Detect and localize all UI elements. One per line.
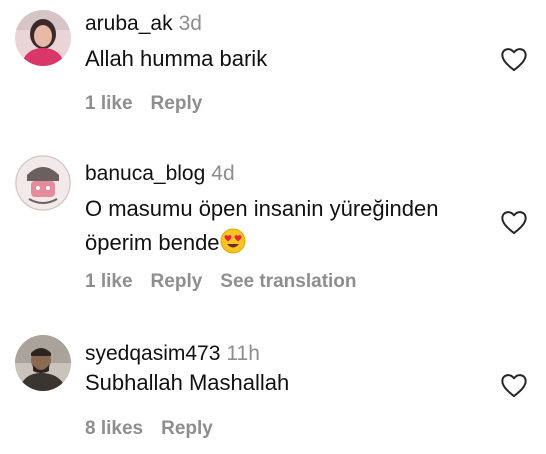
avatar[interactable] [15, 155, 71, 211]
username-text[interactable]: aruba_ak [85, 12, 173, 35]
comment-username[interactable]: aruba_ak 3d [85, 12, 202, 36]
avatar[interactable] [15, 10, 71, 66]
comment-text: O masumu öpen insanin yüreğinden öperim … [85, 192, 485, 260]
likes-count[interactable]: 1 like [85, 93, 133, 114]
likes-count[interactable]: 1 like [85, 271, 133, 292]
reply-button[interactable]: Reply [161, 418, 213, 439]
comment-actions: 1 like Reply See translation [85, 271, 375, 293]
avatar-woman-pink-icon [15, 10, 71, 66]
comment-username[interactable]: banuca_blog 4d [85, 162, 235, 186]
like-heart-icon[interactable] [500, 209, 528, 235]
avatar-man-icon [15, 335, 71, 391]
comment-text: Allah humma barik [85, 46, 268, 71]
reply-button[interactable]: Reply [151, 271, 203, 292]
like-heart-icon[interactable] [500, 372, 528, 398]
comment-actions: 8 likes Reply [85, 418, 231, 440]
comment-age: 4d [211, 162, 235, 185]
comment-text-fragment: öperim bende [85, 230, 220, 255]
username-text[interactable]: banuca_blog [85, 162, 205, 185]
heart-eyes-emoji-icon [220, 228, 246, 254]
comment-age: 11h [226, 342, 260, 365]
comment-age: 3d [178, 12, 202, 35]
comment-text-line: O masumu öpen insanin yüreğinden [85, 196, 439, 221]
comment-text-line: öperim bende [85, 226, 485, 260]
comment-actions: 1 like Reply [85, 93, 220, 115]
like-heart-icon[interactable] [500, 46, 528, 72]
comment-text: Subhallah Mashallah [85, 370, 290, 395]
avatar-illustration-icon [15, 155, 71, 211]
see-translation-link[interactable]: See translation [220, 271, 356, 292]
avatar[interactable] [15, 335, 71, 391]
comment-username[interactable]: syedqasim473 11h [85, 342, 260, 366]
username-text[interactable]: syedqasim473 [85, 342, 220, 365]
reply-button[interactable]: Reply [151, 93, 203, 114]
likes-count[interactable]: 8 likes [85, 418, 143, 439]
